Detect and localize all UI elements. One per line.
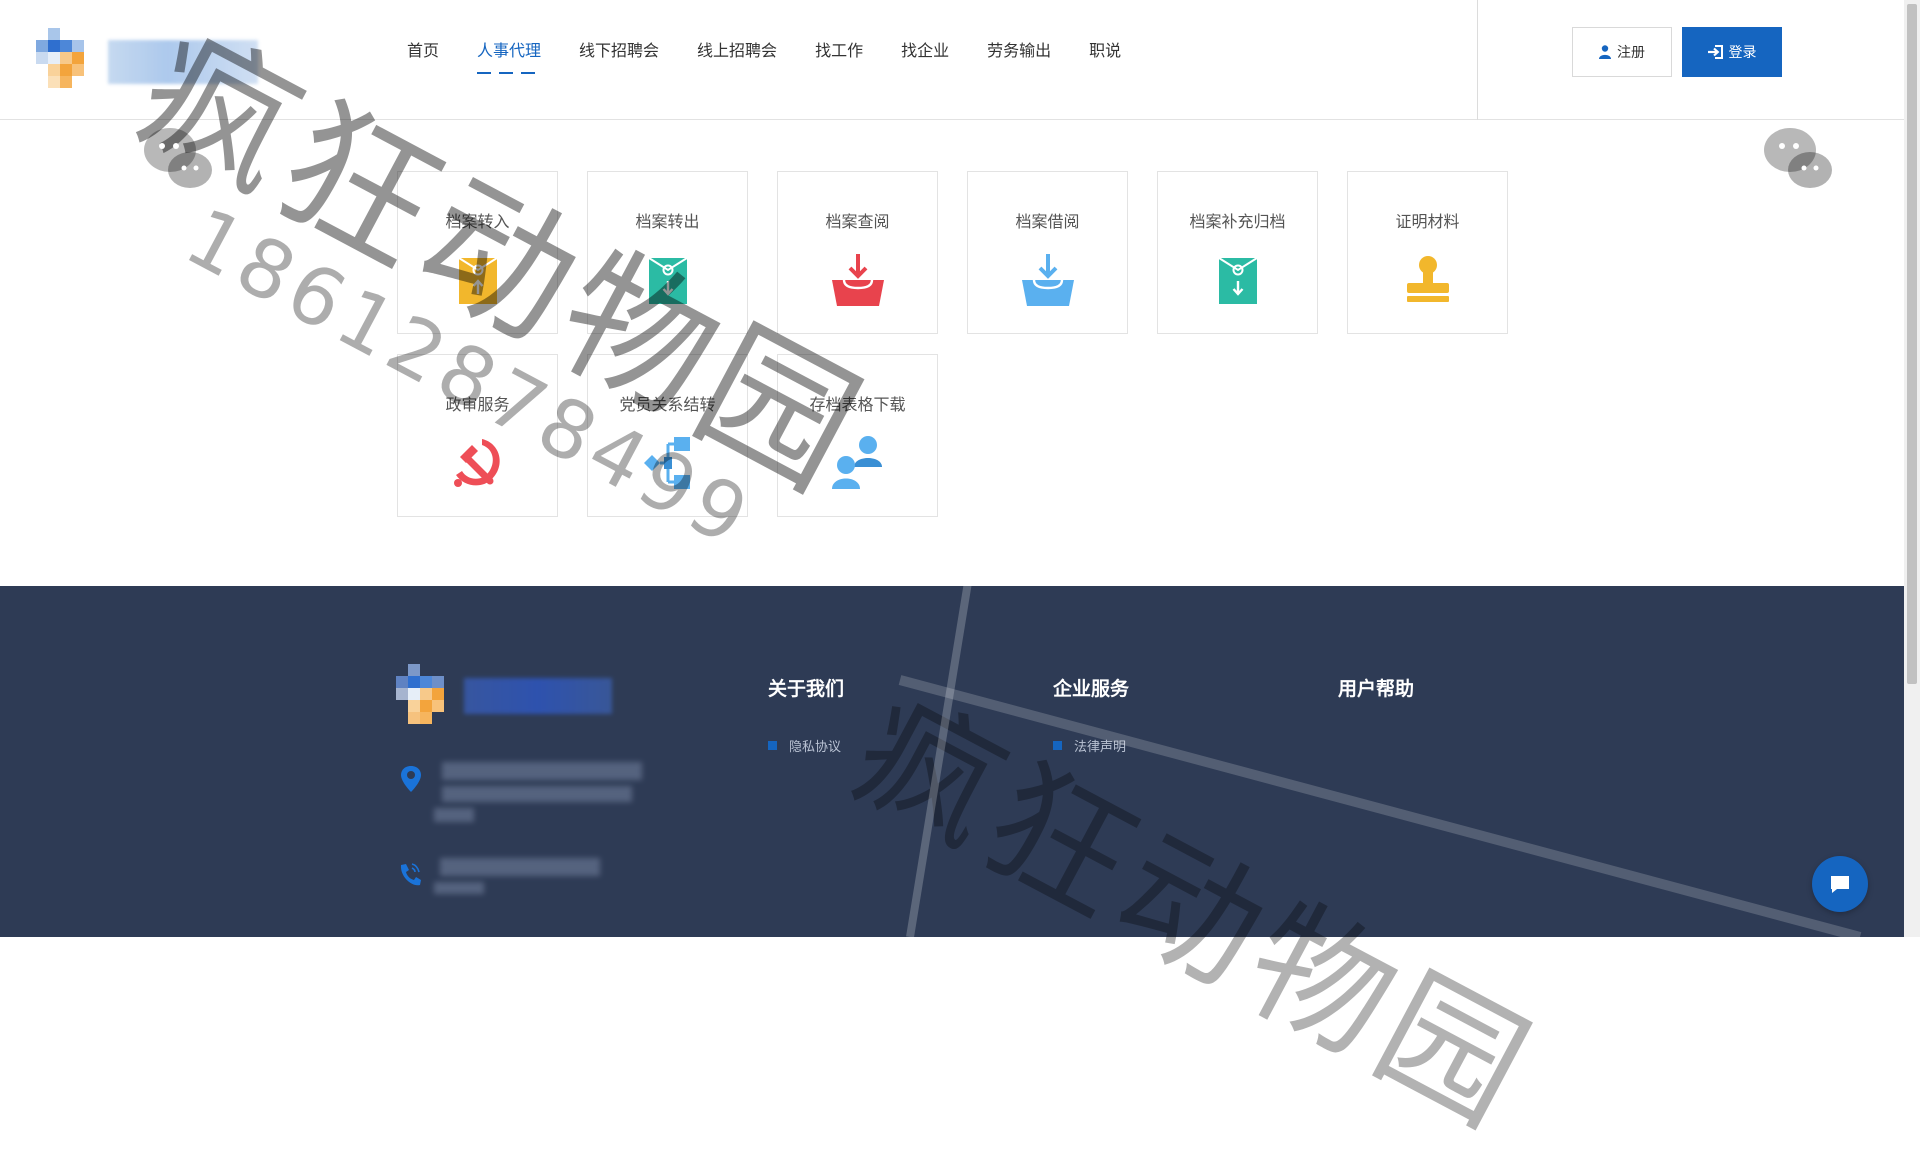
nav-home[interactable]: 首页 [388,0,458,120]
users-icon [831,436,882,489]
service-tile-archive-transfer-out[interactable]: 档案转出 [587,171,748,334]
logo-wordmark [108,40,258,84]
footer-logo-wordmark [464,678,612,714]
service-tile-certificate[interactable]: 证明材料 [1347,171,1508,334]
site-logo[interactable] [36,28,262,90]
envelope-download-icon [647,257,688,304]
footer-link-privacy[interactable]: 隐私协议 [768,736,841,755]
bullet-square-icon [1053,741,1062,750]
service-label: 档案转入 [445,214,510,231]
nav-career-talk[interactable]: 职说 [1070,0,1140,120]
tray-download-icon [1021,254,1074,306]
nav-offline-fair[interactable]: 线下招聘会 [560,0,678,120]
login-icon [1707,45,1723,59]
service-label: 政审服务 [445,397,510,414]
footer-enterprise-title: 企业服务 [1053,679,1130,700]
footer-link-label: 隐私协议 [789,739,842,754]
service-label: 档案借阅 [1015,214,1080,231]
service-tile-archive-inquiry[interactable]: 档案查阅 [777,171,938,334]
vertical-scrollbar[interactable] [1904,0,1920,937]
nav-labor-export[interactable]: 劳务输出 [968,0,1070,120]
location-pin-icon [401,766,421,792]
register-label: 注册 [1617,44,1645,60]
footer-link-label: 法律声明 [1074,739,1127,754]
flowchart-icon [643,437,690,489]
footer-link-legal[interactable]: 法律声明 [1053,736,1126,755]
service-tile-archive-transfer-in[interactable]: 档案转入 [397,171,558,334]
tray-download-icon [831,254,884,306]
nav-find-job[interactable]: 找工作 [796,0,882,120]
envelope-download-icon [1217,257,1258,304]
service-label: 档案查阅 [825,214,890,231]
chat-bubble-icon [1831,876,1849,893]
service-label: 档案补充归档 [1189,214,1286,231]
logo-mark-icon [396,664,444,724]
service-tile-party-transfer[interactable]: 党员关系结转 [587,354,748,517]
site-header: 首页 人事代理 线下招聘会 线上招聘会 找工作 找企业 劳务输出 职说 注册 登… [0,0,1904,120]
login-label: 登录 [1728,44,1757,60]
watermark-wechat-icon [1764,128,1832,188]
service-tile-political-review[interactable]: 政审服务 [397,354,558,517]
service-label: 党员关系结转 [619,397,716,414]
footer-phone-blurred-2 [434,882,484,894]
scrollbar-thumb[interactable] [1907,4,1917,684]
logo-mark-icon [36,28,84,88]
phone-icon [400,863,421,886]
hammer-sickle-icon [453,439,500,487]
site-footer: 关于我们 隐私协议 企业服务 法律声明 用户帮助 [0,586,1904,937]
service-tile-archive-supplement[interactable]: 档案补充归档 [1157,171,1318,334]
footer-address-blurred [442,762,642,780]
header-divider [1477,0,1478,120]
chat-button[interactable] [1812,856,1868,912]
bullet-square-icon [768,741,777,750]
nav-hr-agency[interactable]: 人事代理 [458,0,560,120]
envelope-upload-icon [457,257,498,304]
footer-logo[interactable] [396,664,616,726]
footer-about-title: 关于我们 [768,679,845,700]
footer-address-blurred-2 [442,786,632,802]
service-label: 存档表格下载 [809,397,906,414]
login-button[interactable]: 登录 [1682,27,1782,77]
service-label: 档案转出 [635,214,700,231]
nav-find-company[interactable]: 找企业 [882,0,968,120]
stamp-icon [1406,256,1449,302]
user-icon [1599,45,1611,59]
service-tile-archive-borrow[interactable]: 档案借阅 [967,171,1128,334]
nav-online-fair[interactable]: 线上招聘会 [678,0,796,120]
footer-phone-blurred [440,858,600,876]
service-label: 证明材料 [1395,214,1460,231]
footer-help-title: 用户帮助 [1338,679,1415,700]
watermark-wechat-icon [144,128,212,188]
footer-address-blurred-3 [434,808,474,822]
main-nav: 首页 人事代理 线下招聘会 线上招聘会 找工作 找企业 劳务输出 职说 [388,0,1140,120]
register-button[interactable]: 注册 [1572,27,1672,77]
service-tile-form-download[interactable]: 存档表格下载 [777,354,938,517]
